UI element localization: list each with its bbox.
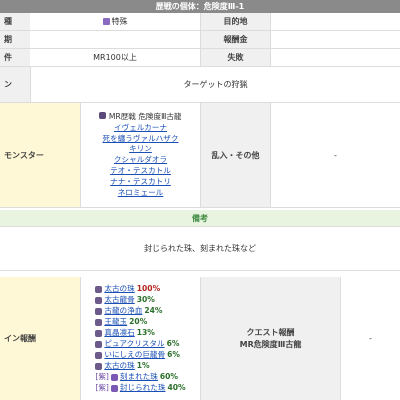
monster-link[interactable]: クシャルダオラ xyxy=(114,155,167,165)
label-reward-money: 報酬金 xyxy=(200,31,270,48)
ore-icon xyxy=(95,329,103,337)
orb-icon xyxy=(95,285,103,293)
value-condition: MR100以上 xyxy=(30,49,200,66)
monster-link[interactable]: テオ・テスカトル xyxy=(110,166,171,176)
value-reward-money xyxy=(270,31,400,48)
reward-item: ピュアクリスタル 6% xyxy=(95,339,179,350)
jewel-icon xyxy=(110,384,118,392)
orb-icon xyxy=(95,362,103,370)
row-conditions: 件 MR100以上 失敗 xyxy=(0,49,400,67)
label-type: 種 xyxy=(0,13,30,30)
label-period: 期 xyxy=(0,31,30,48)
monster-link[interactable]: イヴェルカーナ xyxy=(114,123,167,133)
reward-item: 太古龍骨 30% xyxy=(95,295,155,306)
mr-icon xyxy=(99,112,107,120)
value-destination xyxy=(270,13,400,30)
monster-link[interactable]: ネロミェール xyxy=(118,188,164,198)
reward-item: いにしえの巨龍骨 6% xyxy=(95,350,180,361)
label-destination: 目的地 xyxy=(200,13,270,30)
monster-list: MR歴戦 危険度Ⅲ古龍 イヴェルカーナ 死を纏うヴァルハザク キリン クシャルダ… xyxy=(80,103,200,207)
value-period xyxy=(30,31,200,48)
label-monsters: モンスター xyxy=(0,103,80,207)
reward-item: 真晶凛石 13% xyxy=(95,328,155,339)
bone-icon xyxy=(95,296,103,304)
reward-item: [紫] 刻まれた珠 60% xyxy=(95,371,179,381)
crystal-icon xyxy=(95,340,103,348)
row-rewards: イン報酬 太古の珠 100% 太古龍骨 30% 古龍の浄血 24% 王龍玉 20… xyxy=(0,277,400,400)
label-main: ン xyxy=(0,67,30,102)
row-clear-condition: ン ターゲットの狩猟 xyxy=(0,67,400,103)
value-main: ターゲットの狩猟 xyxy=(30,67,400,102)
jewel-icon xyxy=(110,373,118,381)
label-rewards: イン報酬 xyxy=(0,277,80,400)
notes-text: 封じられた珠、刻まれた珠など xyxy=(0,227,400,270)
monster-header: MR歴戦 危険度Ⅲ古龍 xyxy=(99,112,182,122)
monster-link[interactable]: 死を纏うヴァルハザク xyxy=(103,134,179,144)
special-icon xyxy=(102,18,110,25)
quest-title: 歴戦の個体：危険度Ⅲ-1 xyxy=(0,0,400,13)
reward-item: 太古の珠 1% xyxy=(95,361,150,372)
label-condition: 件 xyxy=(0,49,30,66)
notes-text-row: 封じられた珠、刻まれた珠など xyxy=(0,227,400,271)
value-type: 特殊 xyxy=(30,13,200,30)
monster-link[interactable]: キリン xyxy=(129,144,152,154)
monster-link[interactable]: ナナ・テスカトリ xyxy=(110,177,171,187)
reward-item: 太古の珠 100% xyxy=(95,284,160,295)
row-quest-type: 種 特殊 目的地 xyxy=(0,13,400,31)
label-failure: 失敗 xyxy=(200,49,270,66)
reward-item: 王龍玉 20% xyxy=(95,317,147,328)
quest-reward-value: - xyxy=(340,277,400,400)
value-failure xyxy=(270,49,400,66)
blood-icon xyxy=(95,307,103,315)
row-reward-money: 期 報酬金 xyxy=(0,31,400,49)
notes-header-row: 備考 xyxy=(0,210,400,227)
value-type-text: 特殊 xyxy=(111,17,128,26)
notes-header: 備考 xyxy=(0,210,400,226)
gem-icon xyxy=(95,318,103,326)
quest-reward-label: クエスト報酬 MR危険度Ⅲ古龍 xyxy=(200,277,340,400)
reward-item: [紫] 封じられた珠 40% xyxy=(95,382,186,392)
reward-item: 古龍の浄血 24% xyxy=(95,306,163,317)
row-monsters: モンスター MR歴戦 危険度Ⅲ古龍 イヴェルカーナ 死を纏うヴァルハザク キリン… xyxy=(0,103,400,208)
bone-icon xyxy=(95,351,103,359)
value-intrusion: - xyxy=(270,103,400,207)
label-intrusion: 乱入・その他 xyxy=(200,103,270,207)
reward-list: 太古の珠 100% 太古龍骨 30% 古龍の浄血 24% 王龍玉 20% 真晶凛… xyxy=(80,277,200,400)
